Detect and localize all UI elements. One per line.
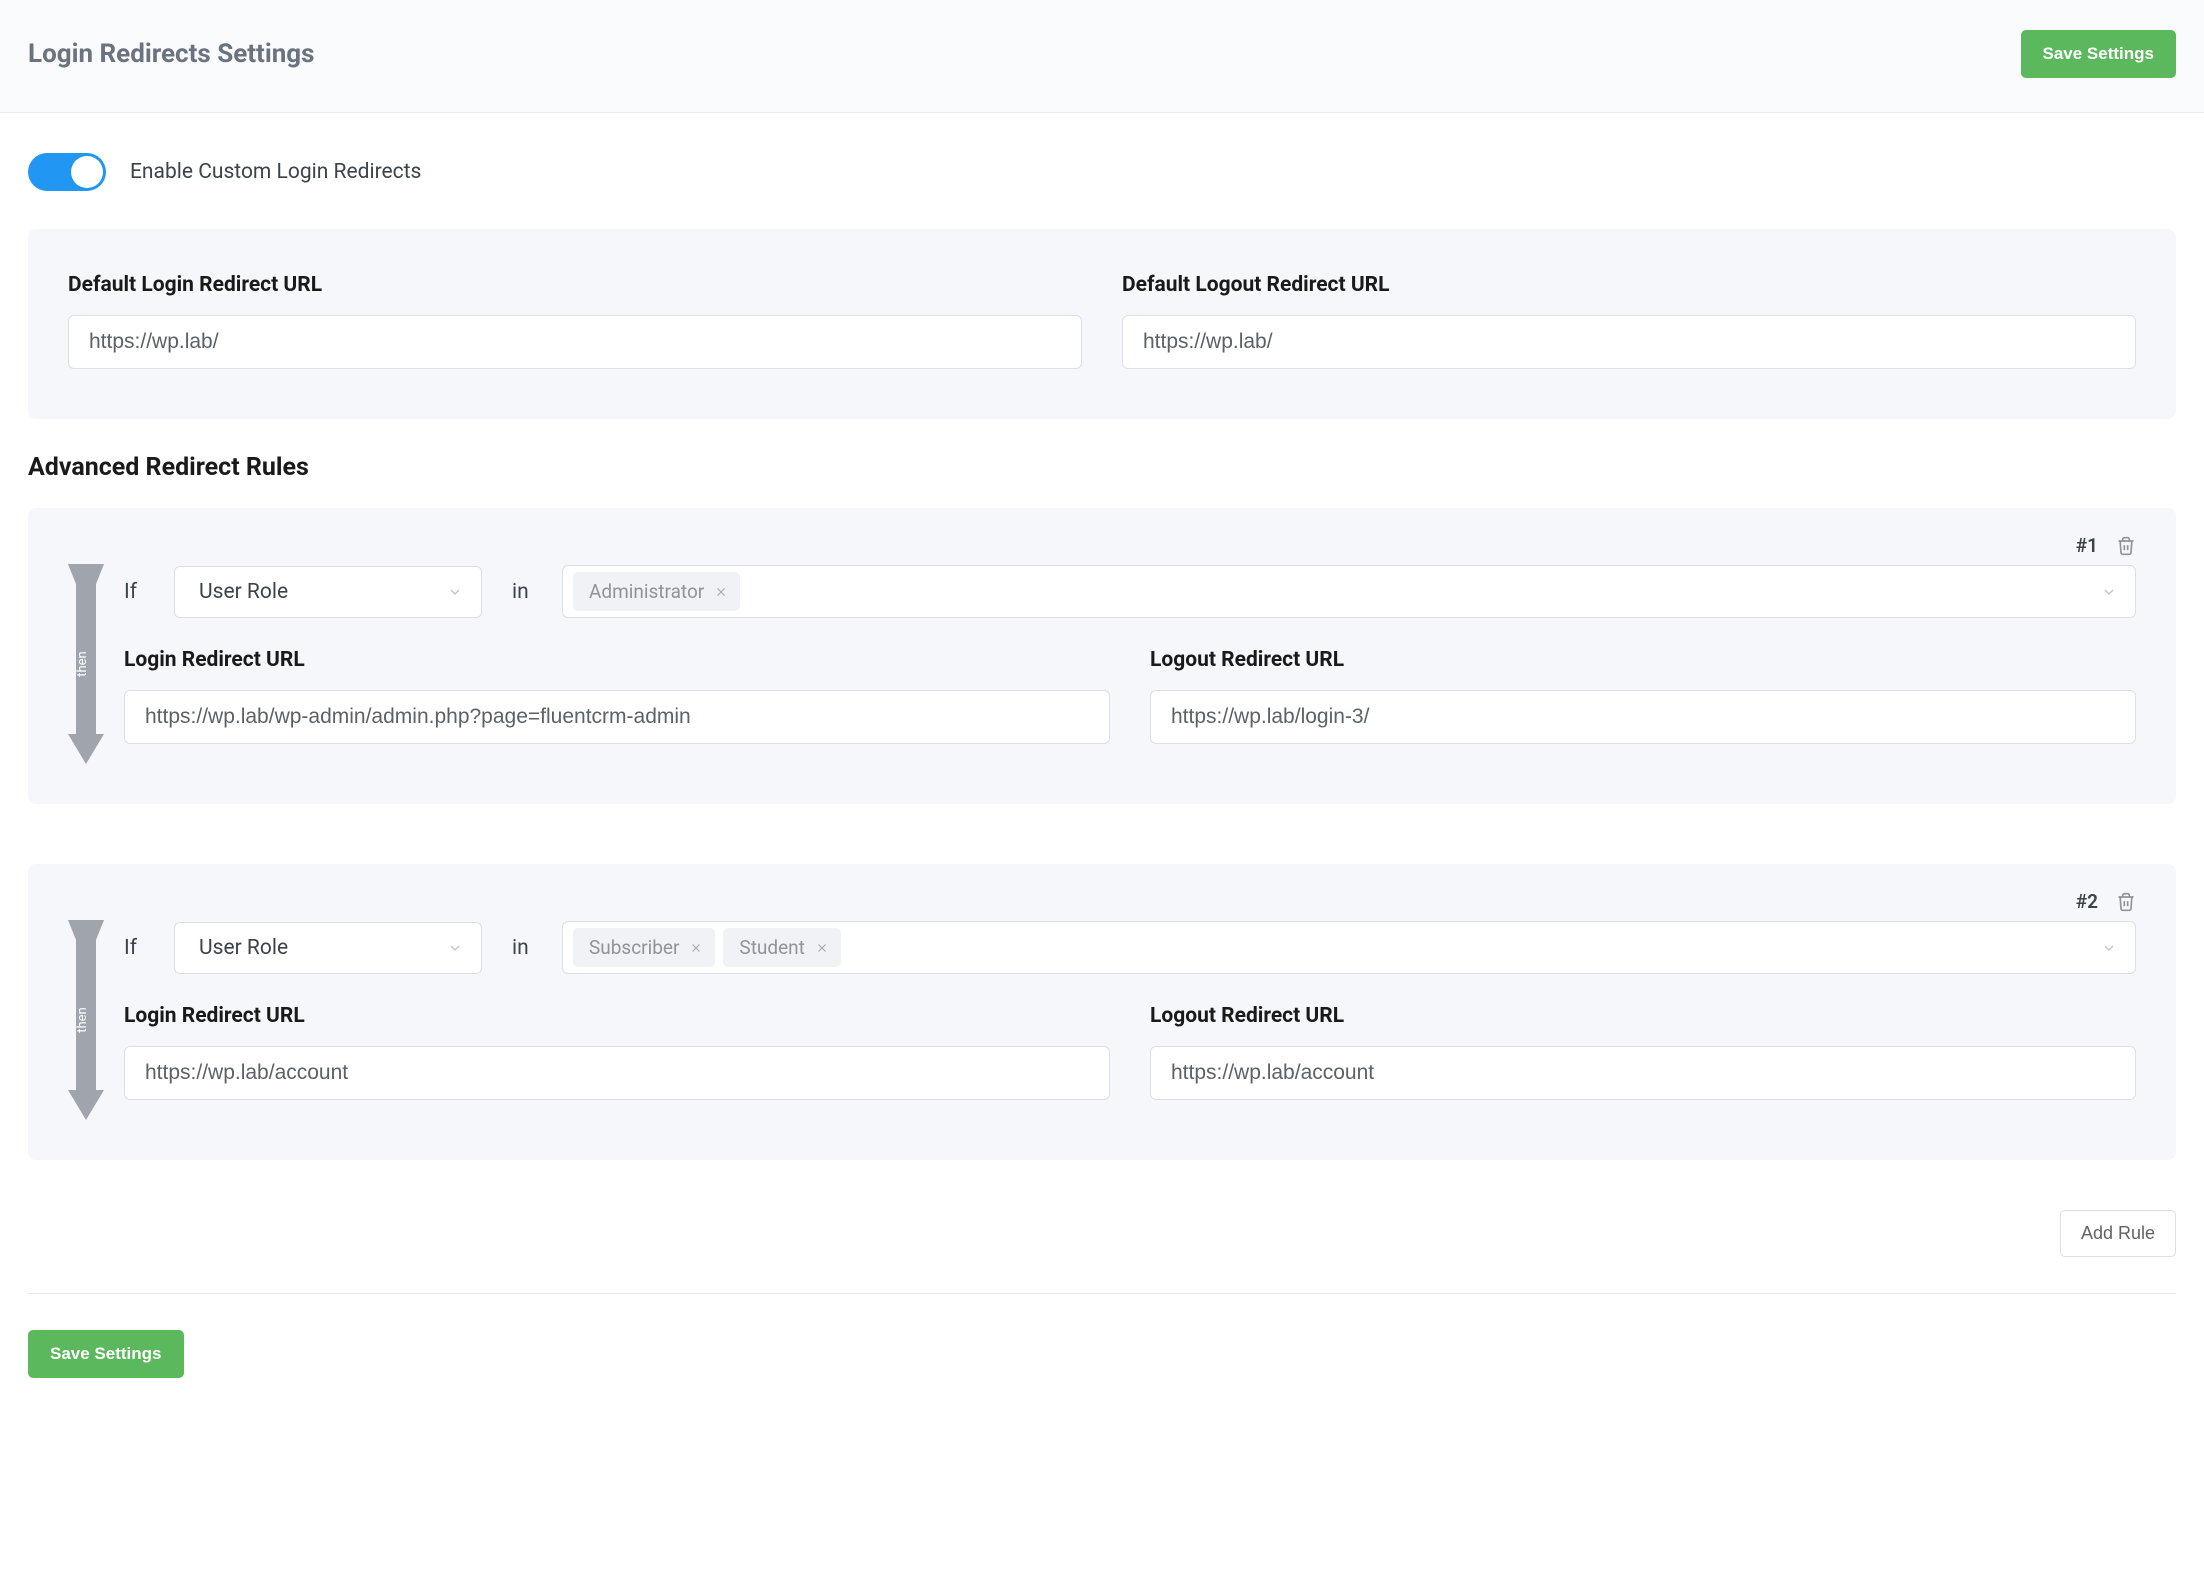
chevron-down-icon <box>447 940 463 956</box>
toggle-knob <box>71 156 103 188</box>
close-icon[interactable] <box>714 585 728 599</box>
in-label: in <box>512 580 532 604</box>
default-urls-panel: Default Login Redirect URL Default Logou… <box>28 229 2176 419</box>
default-logout-input[interactable] <box>1122 315 2136 369</box>
trash-icon[interactable] <box>2116 892 2136 912</box>
then-arrow-icon: then <box>68 564 104 764</box>
rule-logout-input[interactable] <box>1150 1046 2136 1100</box>
rule-card: then #1 If User Role in <box>28 508 2176 804</box>
in-label: in <box>512 936 532 960</box>
save-settings-button-bottom[interactable]: Save Settings <box>28 1330 184 1378</box>
divider <box>28 1293 2176 1294</box>
rule-number: #1 <box>2076 534 2098 557</box>
default-login-group: Default Login Redirect URL <box>68 273 1082 369</box>
rule-flow-arrow-col: then <box>68 890 104 1120</box>
rule-url-row: Login Redirect URL Logout Redirect URL <box>124 648 2136 744</box>
role-tag-label: Subscriber <box>589 936 679 959</box>
advanced-rules-title: Advanced Redirect Rules <box>28 453 2176 482</box>
svg-text:then: then <box>75 651 90 677</box>
condition-type-value: User Role <box>199 580 288 604</box>
chevron-down-icon <box>2101 584 2117 600</box>
then-arrow-icon: then <box>68 920 104 1120</box>
rule-logout-group: Logout Redirect URL <box>1150 648 2136 744</box>
role-tag-select[interactable]: Administrator <box>562 565 2136 618</box>
rule-login-input[interactable] <box>124 690 1110 744</box>
page-title: Login Redirects Settings <box>28 39 315 69</box>
close-icon[interactable] <box>815 941 829 955</box>
condition-row: If User Role in Subscriber Student <box>124 921 2136 974</box>
condition-row: If User Role in Administrator <box>124 565 2136 618</box>
enable-toggle-row: Enable Custom Login Redirects <box>28 113 2176 229</box>
rule-logout-label: Logout Redirect URL <box>1150 648 2136 672</box>
default-login-input[interactable] <box>68 315 1082 369</box>
rule-login-label: Login Redirect URL <box>124 1004 1110 1028</box>
page-header: Login Redirects Settings Save Settings <box>0 0 2204 113</box>
rule-logout-input[interactable] <box>1150 690 2136 744</box>
rule-url-row: Login Redirect URL Logout Redirect URL <box>124 1004 2136 1100</box>
role-tag-label: Administrator <box>589 580 704 603</box>
rule-login-input[interactable] <box>124 1046 1110 1100</box>
rule-header: #2 <box>124 890 2136 913</box>
if-label: If <box>124 580 144 604</box>
rule-number: #2 <box>2076 890 2098 913</box>
save-settings-button-top[interactable]: Save Settings <box>2021 30 2177 78</box>
default-logout-group: Default Logout Redirect URL <box>1122 273 2136 369</box>
chevron-down-icon <box>447 584 463 600</box>
condition-type-select[interactable]: User Role <box>174 566 482 618</box>
close-icon[interactable] <box>689 941 703 955</box>
role-tag-select[interactable]: Subscriber Student <box>562 921 2136 974</box>
role-tag-label: Student <box>739 936 804 959</box>
rule-logout-group: Logout Redirect URL <box>1150 1004 2136 1100</box>
enable-redirects-toggle[interactable] <box>28 153 106 191</box>
default-logout-label: Default Logout Redirect URL <box>1122 273 2136 297</box>
rule-login-group: Login Redirect URL <box>124 1004 1110 1100</box>
enable-toggle-label: Enable Custom Login Redirects <box>130 160 421 184</box>
rule-header: #1 <box>124 534 2136 557</box>
trash-icon[interactable] <box>2116 536 2136 556</box>
default-login-label: Default Login Redirect URL <box>68 273 1082 297</box>
role-tag: Administrator <box>573 572 740 611</box>
condition-type-value: User Role <box>199 936 288 960</box>
svg-text:then: then <box>75 1007 90 1033</box>
condition-type-select[interactable]: User Role <box>174 922 482 974</box>
rule-logout-label: Logout Redirect URL <box>1150 1004 2136 1028</box>
chevron-down-icon <box>2101 940 2117 956</box>
rule-login-label: Login Redirect URL <box>124 648 1110 672</box>
rule-flow-arrow-col: then <box>68 534 104 764</box>
rule-login-group: Login Redirect URL <box>124 648 1110 744</box>
add-rule-row: Add Rule <box>28 1210 2176 1257</box>
rule-card: then #2 If User Role in <box>28 864 2176 1160</box>
add-rule-button[interactable]: Add Rule <box>2060 1210 2176 1257</box>
role-tag: Student <box>723 928 840 967</box>
if-label: If <box>124 936 144 960</box>
role-tag: Subscriber <box>573 928 715 967</box>
